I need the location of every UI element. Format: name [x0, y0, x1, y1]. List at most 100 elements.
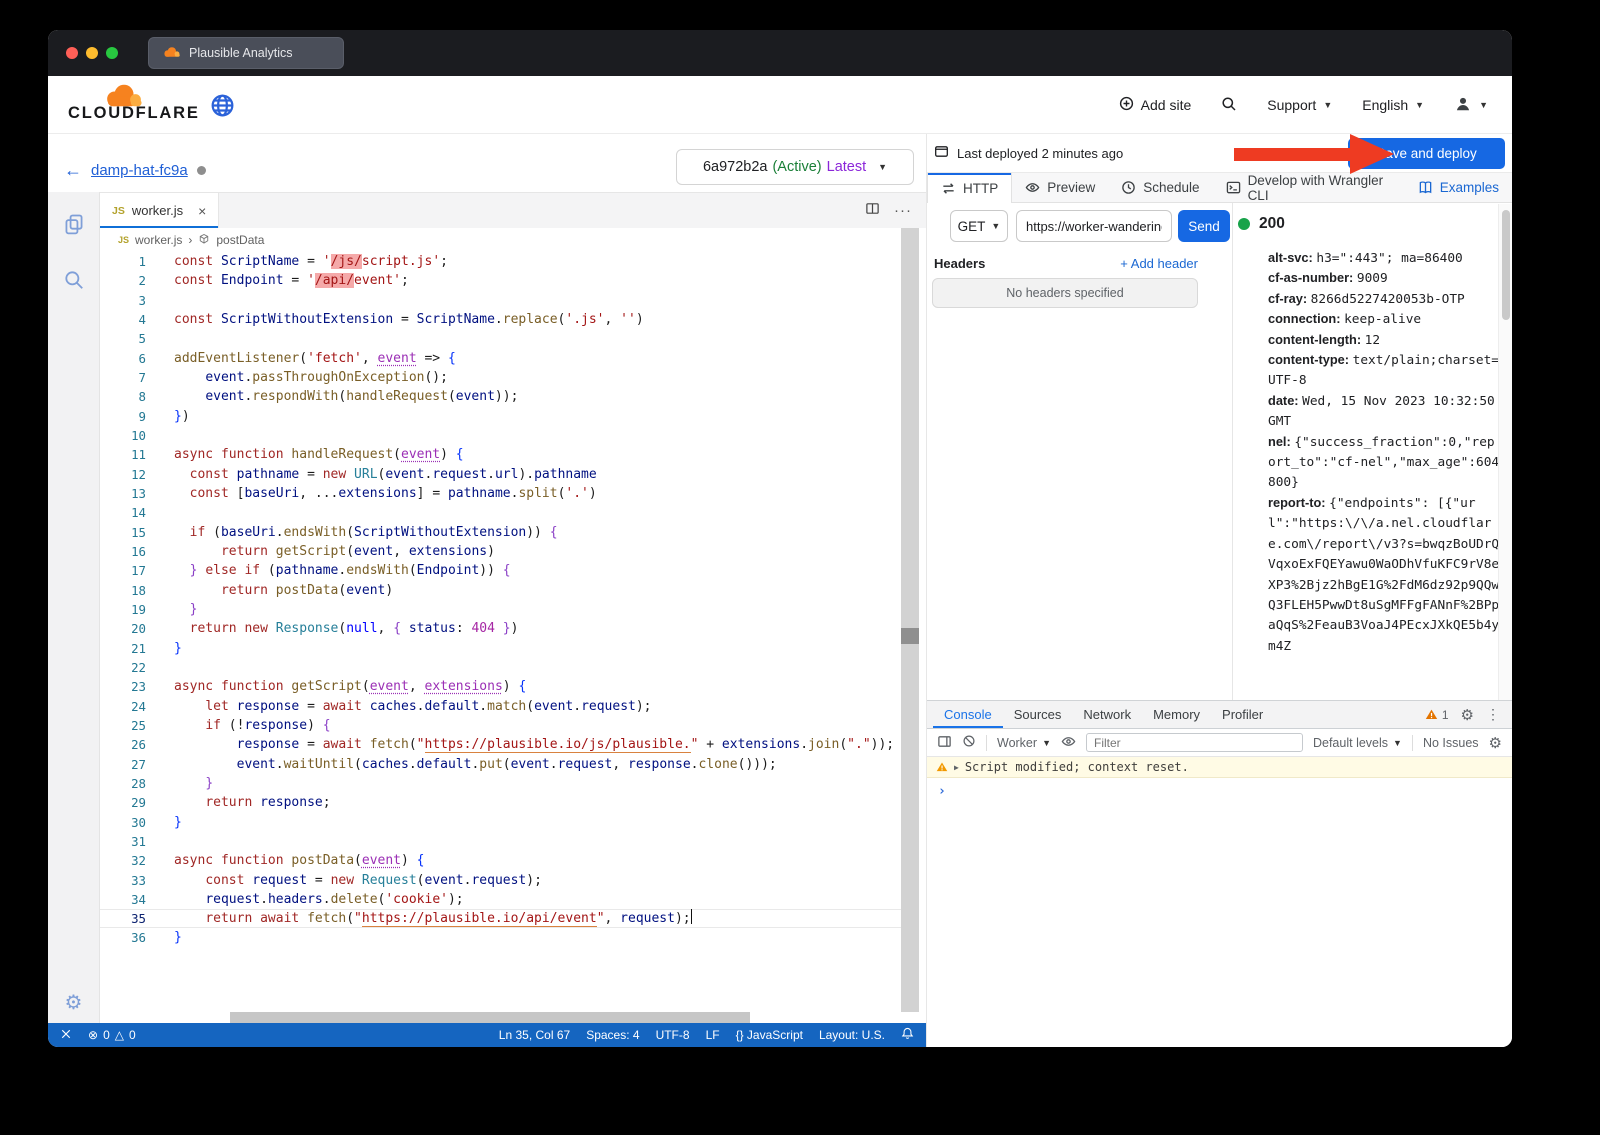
no-issues-label[interactable]: No Issues [1423, 736, 1479, 750]
minimize-window-button[interactable] [86, 47, 98, 59]
code-line-19[interactable]: 19 } [100, 600, 901, 619]
project-link[interactable]: damp-hat-fc9a [91, 162, 188, 179]
encoding[interactable]: UTF-8 [656, 1028, 690, 1042]
code-line-24[interactable]: 24 let response = await caches.default.m… [100, 697, 901, 716]
close-window-button[interactable] [66, 47, 78, 59]
code-line-14[interactable]: 14 [100, 503, 901, 522]
send-button[interactable]: Send [1178, 210, 1230, 242]
code-line-8[interactable]: 8 event.respondWith(handleRequest(event)… [100, 387, 901, 406]
code-line-36[interactable]: 36} [100, 928, 901, 947]
console-warning-row[interactable]: ▶ Script modified; context reset. [927, 757, 1512, 778]
code-line-13[interactable]: 13 const [baseUri, ...extensions] = path… [100, 484, 901, 503]
code-line-25[interactable]: 25 if (!response) { [100, 716, 901, 735]
code-line-7[interactable]: 7 event.passThroughOnException(); [100, 368, 901, 387]
code-line-16[interactable]: 16 return getScript(event, extensions) [100, 542, 901, 561]
indentation[interactable]: Spaces: 4 [586, 1028, 639, 1042]
code-line-10[interactable]: 10 [100, 426, 901, 445]
gear-icon[interactable]: ⚙ [1461, 706, 1474, 724]
panel-tab-examples[interactable]: Examples [1405, 173, 1512, 202]
keyboard-layout[interactable]: Layout: U.S. [819, 1028, 885, 1042]
code-line-28[interactable]: 28 } [100, 774, 901, 793]
cursor-position[interactable]: Ln 35, Col 67 [499, 1028, 570, 1042]
close-icon[interactable]: × [198, 203, 206, 219]
explorer-icon[interactable] [48, 202, 99, 246]
code-line-31[interactable]: 31 [100, 832, 901, 851]
gear-icon[interactable]: ⚙ [1489, 734, 1502, 752]
code-line-33[interactable]: 33 const request = new Request(event.req… [100, 871, 901, 890]
code-line-26[interactable]: 26 response = await fetch("https://plaus… [100, 735, 901, 754]
console-filter-input[interactable] [1086, 733, 1303, 752]
editor-horizontal-scrollbar[interactable] [230, 1012, 750, 1023]
settings-gear-icon[interactable]: ⚙ [48, 990, 99, 1015]
context-select[interactable]: Worker▼ [997, 736, 1051, 750]
language-menu[interactable]: English▼ [1362, 97, 1424, 113]
problems-indicator[interactable]: ⊗ 0 △ 0 [88, 1028, 136, 1042]
code-line-30[interactable]: 30} [100, 813, 901, 832]
code-line-5[interactable]: 5 [100, 329, 901, 348]
add-header-button[interactable]: + Add header [1070, 256, 1198, 271]
code-line-34[interactable]: 34 request.headers.delete('cookie'); [100, 890, 901, 909]
code-line-4[interactable]: 4const ScriptWithoutExtension = ScriptNa… [100, 310, 901, 329]
code-line-32[interactable]: 32async function postData(event) { [100, 851, 901, 870]
devtools-tab-network[interactable]: Network [1072, 701, 1142, 728]
breadcrumb-file[interactable]: worker.js [135, 233, 182, 247]
editor-vertical-scrollbar[interactable] [901, 228, 919, 1012]
split-editor-icon[interactable] [865, 201, 880, 221]
log-levels-select[interactable]: Default levels▼ [1313, 736, 1402, 750]
devtools-tab-memory[interactable]: Memory [1142, 701, 1211, 728]
code-line-17[interactable]: 17 } else if (pathname.endsWith(Endpoint… [100, 561, 901, 580]
http-method-select[interactable]: GET ▼ [950, 210, 1008, 242]
devtools-tab-console[interactable]: Console [933, 701, 1003, 728]
code-line-22[interactable]: 22 [100, 658, 901, 677]
cloudflare-logo[interactable]: CLOUDFLARE [68, 82, 200, 123]
breadcrumb-symbol[interactable]: postData [216, 233, 264, 247]
globe-icon[interactable] [210, 93, 235, 123]
bell-icon[interactable] [901, 1027, 914, 1043]
code-line-35[interactable]: 35 return await fetch("https://plausible… [100, 909, 901, 928]
panel-tab-schedule[interactable]: Schedule [1108, 173, 1212, 202]
code-line-3[interactable]: 3 [100, 291, 901, 310]
code-line-29[interactable]: 29 return response; [100, 793, 901, 812]
browser-tab[interactable]: Plausible Analytics [148, 37, 344, 69]
zoom-window-button[interactable] [106, 47, 118, 59]
remote-indicator-icon[interactable] [60, 1028, 72, 1043]
panel-tab-http[interactable]: HTTP [927, 173, 1012, 203]
search-icon[interactable] [48, 258, 99, 302]
code-line-1[interactable]: 1const ScriptName = '/js/script.js'; [100, 252, 901, 271]
kebab-menu-icon[interactable]: ⋮ [1486, 706, 1500, 723]
code-line-6[interactable]: 6addEventListener('fetch', event => { [100, 349, 901, 368]
scrollbar-thumb[interactable] [1502, 210, 1510, 320]
code-line-20[interactable]: 20 return new Response(null, { status: 4… [100, 619, 901, 638]
devtools-tab-sources[interactable]: Sources [1003, 701, 1073, 728]
expand-arrow-icon[interactable]: ▶ [954, 763, 959, 772]
more-actions-icon[interactable]: ··· [894, 202, 912, 219]
code-line-2[interactable]: 2const Endpoint = '/api/event'; [100, 271, 901, 290]
panel-tab-preview[interactable]: Preview [1012, 173, 1108, 202]
back-arrow-icon[interactable]: ← [64, 160, 82, 181]
warning-count-badge[interactable]: 1 [1425, 708, 1449, 722]
eye-icon[interactable] [1061, 734, 1076, 752]
code-line-15[interactable]: 15 if (baseUri.endsWith(ScriptWithoutExt… [100, 523, 901, 542]
code-line-18[interactable]: 18 return postData(event) [100, 581, 901, 600]
response-scrollbar[interactable] [1498, 204, 1512, 700]
support-menu[interactable]: Support▼ [1267, 97, 1332, 113]
code-editor[interactable]: 1const ScriptName = '/js/script.js';2con… [100, 252, 901, 1012]
console-prompt[interactable]: › [927, 778, 1512, 799]
add-site-button[interactable]: Add site [1119, 96, 1192, 114]
code-line-21[interactable]: 21} [100, 639, 901, 658]
code-line-23[interactable]: 23async function getScript(event, extens… [100, 677, 901, 696]
code-line-27[interactable]: 27 event.waitUntil(caches.default.put(ev… [100, 755, 901, 774]
devtools-tab-profiler[interactable]: Profiler [1211, 701, 1274, 728]
search-icon[interactable] [1221, 96, 1237, 115]
account-menu[interactable]: ▼ [1454, 95, 1488, 116]
code-line-9[interactable]: 9}) [100, 407, 901, 426]
language-mode[interactable]: {} JavaScript [736, 1028, 803, 1042]
request-url-input[interactable] [1016, 210, 1172, 242]
eol-setting[interactable]: LF [706, 1028, 720, 1042]
clear-console-icon[interactable] [962, 734, 976, 751]
editor-tab-workerjs[interactable]: JS worker.js × [100, 193, 219, 228]
code-line-11[interactable]: 11async function handleRequest(event) { [100, 445, 901, 464]
version-select[interactable]: 6a972b2a (Active) Latest ▼ [676, 149, 914, 185]
dock-side-icon[interactable] [937, 734, 952, 752]
panel-tab-develop-with-wrangler-cli[interactable]: Develop with Wrangler CLI [1213, 173, 1405, 202]
